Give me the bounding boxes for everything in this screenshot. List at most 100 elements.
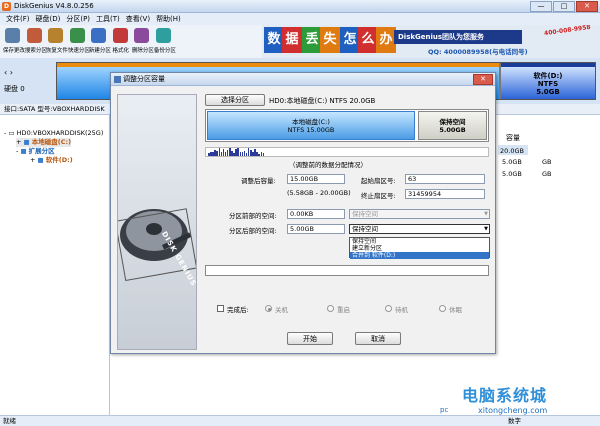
tool-label: 保存更改 — [2, 47, 25, 54]
partition-tree: - ▭ HD0:VBOXHARDDISK(25G) + ■ 本地磁盘(C:) -… — [0, 115, 110, 415]
dialog-close-button[interactable]: ✕ — [473, 74, 493, 85]
space-before-input[interactable]: 0.00KB — [287, 209, 345, 219]
tree-label: 扩展分区 — [28, 147, 55, 155]
menu-help[interactable]: 帮助(H) — [153, 13, 184, 25]
radio-label: 待机 — [395, 306, 408, 314]
banner-char: 办 — [376, 27, 396, 53]
cancel-button[interactable]: 取消 — [355, 332, 401, 345]
search-partition-button[interactable]: 搜索分区 — [24, 25, 46, 58]
dropdown-option-keep[interactable]: 保持空间 — [350, 238, 489, 245]
hard-disk-illustration: DISK GENIUS — [117, 94, 197, 350]
maximize-button[interactable]: □ — [553, 1, 575, 12]
radio-hibernate[interactable] — [439, 305, 446, 312]
table-cell: GB — [542, 158, 552, 166]
tree-item-extended[interactable]: - ■ 扩展分区 — [16, 147, 55, 156]
window-controls: — □ ✕ — [530, 1, 598, 12]
start-sector-label: 起始扇区号: — [361, 177, 396, 185]
disk-nav-arrows[interactable]: ‹ › — [4, 68, 13, 77]
usage-bar — [262, 153, 265, 156]
select-value: 保持空间 — [352, 225, 378, 233]
dropdown-option-new[interactable]: 建立新分区 — [350, 245, 489, 252]
watermark: 电脑系统城 pc xitongcheng.com — [440, 380, 600, 424]
tree-label: 软件(D:) — [45, 156, 73, 164]
partition-icon: ■ — [20, 147, 27, 155]
tree-item-partition-c[interactable]: + ■ 本地磁盘(C:) — [16, 138, 72, 147]
chevron-down-icon[interactable]: ▼ — [484, 225, 488, 233]
watermark-title: 电脑系统城 — [462, 386, 548, 405]
radio-shutdown[interactable] — [265, 305, 272, 312]
dialog-title: 调整分区容量 — [123, 75, 165, 83]
after-complete-checkbox[interactable] — [217, 305, 224, 312]
dropdown-option-merge[interactable]: 合并到 软件(D:) — [350, 252, 489, 259]
after-complete-label: 完成后: — [227, 306, 249, 314]
chevron-down-icon: ▼ — [484, 211, 488, 217]
select-partition-button[interactable]: 选择分区 — [205, 94, 265, 106]
save-changes-button[interactable]: 保存更改 — [2, 25, 25, 58]
radio-standby[interactable] — [385, 305, 392, 312]
minimize-button[interactable]: — — [530, 1, 552, 12]
dialog-title-bar: 调整分区容量 ✕ — [111, 73, 495, 86]
disk-segment-d[interactable]: 软件(D:) NTFS 5.0GB — [501, 63, 595, 99]
backup-partition-button[interactable]: 备份分区 — [153, 25, 175, 58]
partition-icon: ■ — [37, 156, 44, 164]
menu-disk[interactable]: 硬盘(D) — [33, 13, 64, 25]
toolbar: 保存更改 搜索分区 恢复文件 快速分区 新建分区 格式化 删除分区 备份分区 — [0, 25, 262, 58]
new-partition-button[interactable]: 新建分区 — [88, 25, 111, 58]
tree-expander[interactable]: - — [16, 147, 18, 155]
partition-layout-bar: 本地磁盘(C:) NTFS 15.00GB 保持空间 5.00GB — [205, 109, 489, 142]
tool-label: 新建分区 — [88, 47, 111, 54]
recover-files-button[interactable]: 恢复文件 — [45, 25, 68, 58]
tree-expander[interactable]: + — [16, 138, 21, 146]
tree-label: 本地磁盘(C:) — [31, 138, 72, 146]
table-cell: 5.0GB — [502, 158, 522, 166]
banner-char: 数 — [264, 27, 284, 53]
watermark-url: xitongcheng.com — [478, 406, 548, 415]
partition-c-block[interactable]: 本地磁盘(C:) NTFS 15.00GB — [207, 111, 415, 140]
radio-label: 重启 — [337, 306, 350, 314]
menu-view[interactable]: 查看(V) — [123, 13, 153, 25]
close-button[interactable]: ✕ — [576, 1, 598, 12]
after-complete-row: 完成后: 关机 重启 待机 休眠 — [217, 303, 487, 315]
tree-label: HD0:VBOXHARDDISK(25G) — [16, 129, 104, 137]
radio-label: 休眠 — [449, 306, 462, 314]
ad-banner[interactable]: 数 据 丢 失 怎 么 办 DiskGenius团队为您服务 QQ: 40000… — [262, 25, 600, 58]
disk-icon: ▭ — [8, 129, 15, 137]
usage-caption: （调整前的数据分配情况） — [289, 161, 367, 169]
start-button[interactable]: 开始 — [287, 332, 333, 345]
end-sector-input[interactable]: 31459954 — [405, 189, 485, 199]
start-sector-input[interactable]: 63 — [405, 174, 485, 184]
free-space-block[interactable]: 保持空间 5.00GB — [418, 111, 487, 140]
tool-label: 删除分区 — [131, 47, 154, 54]
menu-tools[interactable]: 工具(T) — [93, 13, 123, 25]
space-after-label: 分区后部的空间: — [229, 227, 277, 235]
tree-item-partition-d[interactable]: + ■ 软件(D:) — [30, 156, 73, 165]
radio-label: 关机 — [275, 306, 288, 314]
tree-item-disk[interactable]: - ▭ HD0:VBOXHARDDISK(25G) — [4, 129, 103, 138]
search-icon — [26, 28, 42, 43]
quick-partition-icon — [69, 28, 85, 43]
menu-partition[interactable]: 分区(P) — [63, 13, 93, 25]
radio-restart[interactable] — [327, 305, 334, 312]
quick-partition-button[interactable]: 快速分区 — [67, 25, 89, 58]
format-icon — [112, 28, 128, 43]
free-space-name: 保持空间 — [439, 118, 466, 126]
banner-char: 怎 — [340, 27, 360, 53]
space-after-action-select[interactable]: 保持空间 ▼ — [349, 224, 490, 234]
recover-icon — [48, 28, 64, 43]
selected-disk-description: HD0:本地磁盘(C:) NTFS 20.0GB — [269, 97, 376, 105]
delete-partition-button[interactable]: 删除分区 — [131, 25, 154, 58]
title-bar: D DiskGenius V4.8.0.256 — □ ✕ — [0, 0, 600, 13]
window-title: DiskGenius V4.8.0.256 — [14, 2, 94, 10]
select-value: 保持空间 — [352, 210, 378, 218]
banner-brand: DiskGenius团队为您服务 — [394, 30, 522, 44]
space-after-input[interactable]: 5.00GB — [287, 224, 345, 234]
table-header-capacity: 容量 — [506, 134, 520, 142]
partition-c-name: 本地磁盘(C:) — [292, 118, 330, 126]
tool-label: 搜索分区 — [24, 47, 47, 54]
save-icon — [5, 28, 21, 43]
tree-expander[interactable]: - — [4, 129, 6, 137]
tree-expander[interactable]: + — [30, 156, 35, 164]
format-button[interactable]: 格式化 — [110, 25, 132, 58]
menu-file[interactable]: 文件(F) — [3, 13, 33, 25]
new-size-input[interactable]: 15.00GB — [287, 174, 345, 184]
